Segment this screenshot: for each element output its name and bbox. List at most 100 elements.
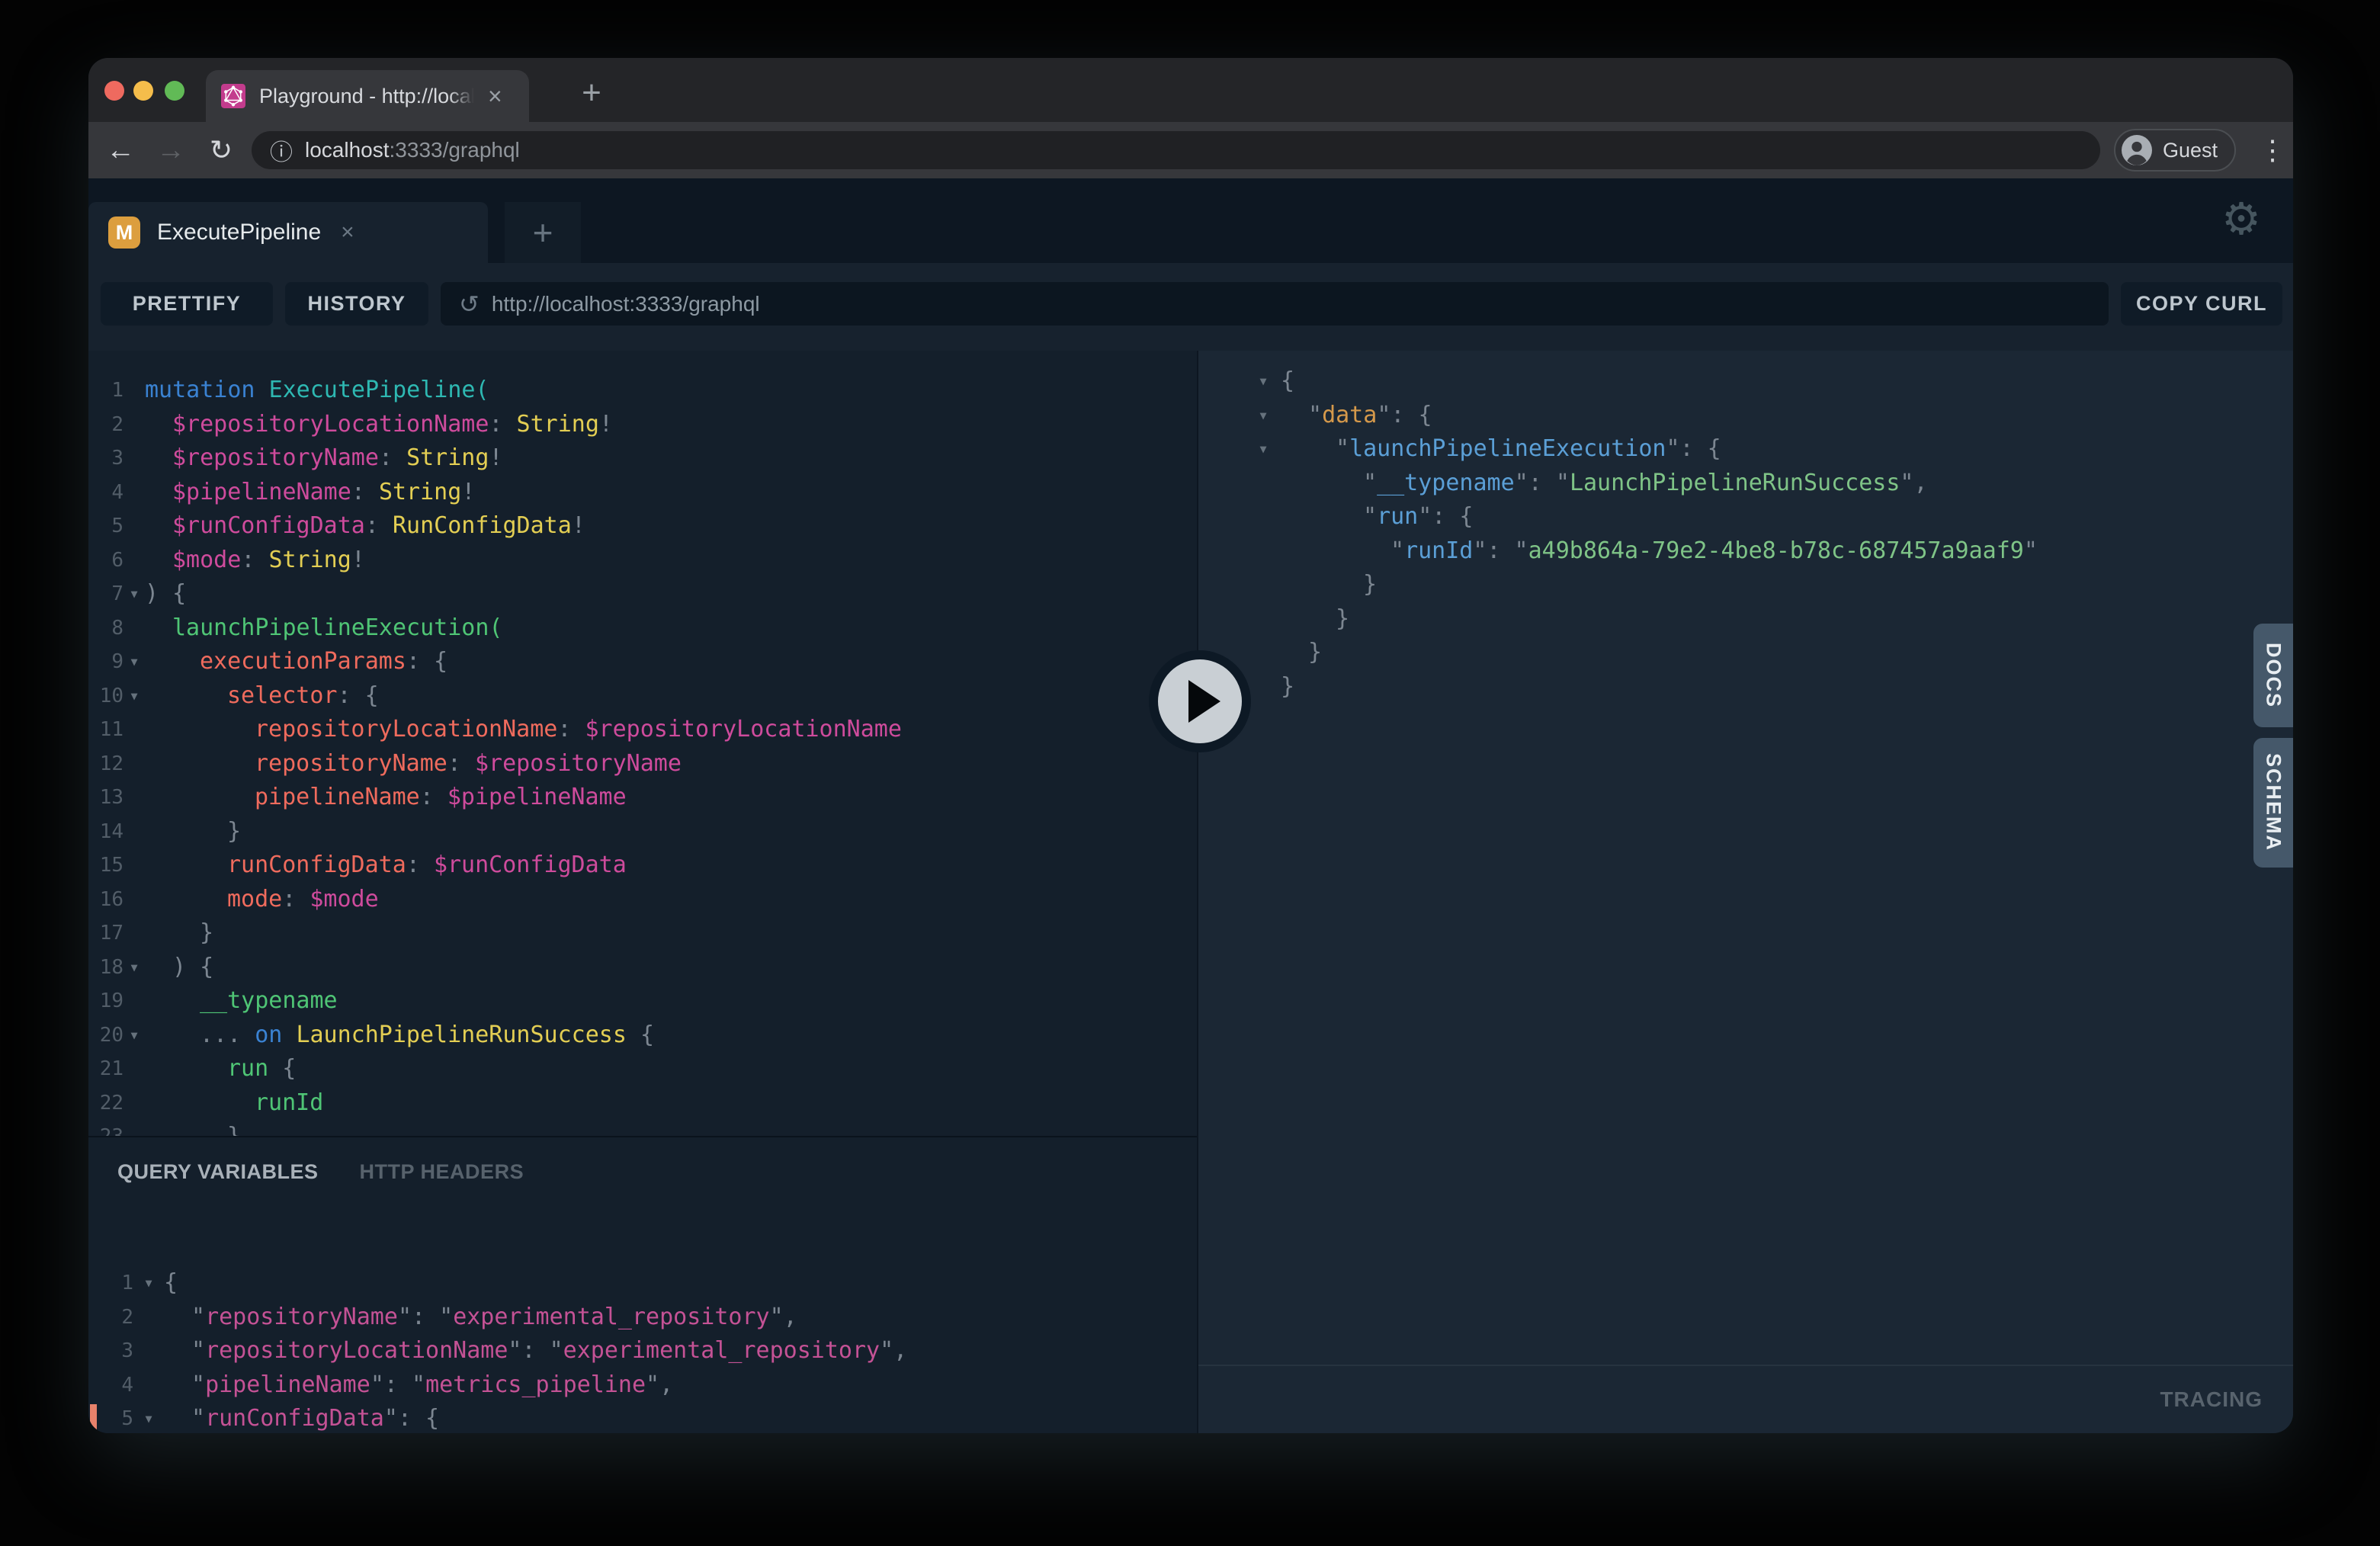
code-line: "runId": "a49b864a-79e2-4be8-b78c-687457… [1198, 534, 2293, 569]
code-line: 2"repositoryName": "experimental_reposit… [88, 1301, 1197, 1335]
docs-side-tab[interactable]: DOCS [2253, 624, 2293, 727]
code-line: 5▾"runConfigData": { [88, 1402, 1197, 1433]
fold-arrow-icon[interactable]: ▾ [123, 645, 145, 679]
profile-name: Guest [2163, 139, 2218, 162]
fold-gutter-spacer [123, 1052, 145, 1086]
execute-play-button[interactable] [1149, 650, 1251, 752]
code-text: "data": { [1281, 399, 1432, 433]
play-icon [1188, 680, 1220, 723]
code-text: run { [145, 1052, 296, 1086]
avatar-icon [2122, 135, 2152, 165]
browser-new-tab-button[interactable]: + [567, 69, 616, 117]
code-text: ) { [145, 577, 186, 611]
traffic-light-zoom-button[interactable] [165, 81, 184, 101]
browser-window: Playground - http://localhost:3 × + ← → … [88, 58, 2293, 1433]
browser-tab-close-icon[interactable]: × [488, 84, 502, 108]
fold-arrow-icon[interactable]: ▾ [1246, 364, 1281, 399]
code-line: } [1198, 602, 2293, 637]
url-path: :3333/graphql [390, 138, 520, 162]
code-line: } [1198, 636, 2293, 670]
code-line: ▾"data": { [1198, 399, 2293, 433]
variables-editor[interactable]: 1▾{2"repositoryName": "experimental_repo… [88, 1266, 1197, 1433]
line-number [1198, 568, 1246, 602]
code-text: "runId": "a49b864a-79e2-4be8-b78c-687457… [1281, 534, 2038, 569]
endpoint-field[interactable]: ↺ http://localhost:3333/graphql [441, 282, 2109, 326]
line-number: 19 [88, 984, 123, 1018]
code-text: "__typename": "LaunchPipelineRunSuccess"… [1281, 467, 1928, 501]
playground-toolbar: PRETTIFY HISTORY ↺ http://localhost:3333… [88, 263, 2293, 351]
tracing-toggle[interactable]: TRACING [1198, 1365, 2293, 1433]
code-line: 18▾) { [88, 951, 1197, 985]
fold-gutter-spacer [123, 476, 145, 510]
line-number: 11 [88, 713, 123, 747]
address-bar[interactable]: ⓘ localhost:3333/graphql [252, 131, 2100, 169]
history-button[interactable]: HISTORY [285, 282, 428, 326]
fold-arrow-icon[interactable]: ▾ [133, 1402, 164, 1433]
traffic-light-minimize-button[interactable] [133, 81, 153, 101]
code-line: 8launchPipelineExecution( [88, 611, 1197, 646]
fold-arrow-icon[interactable]: ▾ [1246, 399, 1281, 433]
code-text: runConfigData: $runConfigData [145, 848, 627, 883]
traffic-light-close-button[interactable] [104, 81, 124, 101]
lint-marker [90, 1404, 97, 1433]
site-info-icon[interactable]: ⓘ [270, 133, 293, 167]
code-line: 11repositoryLocationName: $repositoryLoc… [88, 713, 1197, 747]
browser-menu-icon[interactable]: ⋮ [2255, 122, 2290, 178]
settings-gear-icon[interactable]: ⚙ [2221, 189, 2261, 250]
fold-arrow-icon[interactable]: ▾ [1246, 432, 1281, 467]
http-headers-tab[interactable]: HTTP HEADERS [360, 1160, 524, 1184]
fold-gutter-spacer [1246, 568, 1281, 602]
fold-gutter-spacer [123, 509, 145, 544]
code-text: $pipelineName: String! [145, 476, 475, 510]
prettify-button[interactable]: PRETTIFY [101, 282, 273, 326]
fold-arrow-icon[interactable]: ▾ [133, 1266, 164, 1301]
line-number: 18 [88, 951, 123, 985]
line-number: 7 [88, 577, 123, 611]
schema-side-tab[interactable]: SCHEMA [2253, 738, 2293, 868]
code-line: 22runId [88, 1086, 1197, 1121]
code-line: 3"repositoryLocationName": "experimental… [88, 1334, 1197, 1368]
line-number: 10 [88, 679, 123, 714]
fold-arrow-icon[interactable]: ▾ [123, 679, 145, 714]
playground-tab-executepipeline[interactable]: M ExecutePipeline × [88, 202, 488, 263]
fold-arrow-icon[interactable]: ▾ [123, 577, 145, 611]
playground-new-tab-button[interactable]: + [505, 202, 581, 263]
code-text: $mode: String! [145, 544, 365, 578]
fold-gutter-spacer [123, 544, 145, 578]
fold-gutter-spacer [123, 883, 145, 917]
fold-gutter-spacer [1246, 636, 1281, 670]
code-line: "__typename": "LaunchPipelineRunSuccess"… [1198, 467, 2293, 501]
code-text: { [164, 1266, 178, 1301]
query-editor[interactable]: 1mutation ExecutePipeline(2$repositoryLo… [88, 351, 1197, 1136]
code-text: ... on LaunchPipelineRunSuccess { [145, 1018, 654, 1053]
line-number [1198, 500, 1246, 534]
line-number: 16 [88, 883, 123, 917]
code-text: selector: { [145, 679, 379, 714]
code-text: repositoryName: $repositoryName [145, 747, 682, 781]
code-line: 1▾{ [88, 1266, 1197, 1301]
line-number: 23 [88, 1120, 123, 1136]
line-number: 22 [88, 1086, 123, 1121]
playground-tab-close-icon[interactable]: × [341, 220, 354, 245]
back-icon[interactable]: ← [99, 122, 142, 178]
forward-icon[interactable]: → [149, 122, 192, 178]
line-number: 21 [88, 1052, 123, 1086]
code-text: } [1281, 636, 1322, 670]
code-text: $repositoryName: String! [145, 441, 503, 476]
fold-gutter-spacer [1246, 534, 1281, 569]
query-variables-tab[interactable]: QUERY VARIABLES [117, 1160, 319, 1184]
browser-tab[interactable]: Playground - http://localhost:3 × [206, 70, 529, 122]
copy-curl-button[interactable]: COPY CURL [2121, 282, 2282, 326]
code-line: 19__typename [88, 984, 1197, 1018]
fold-arrow-icon[interactable]: ▾ [123, 951, 145, 985]
line-number: 2 [88, 408, 123, 442]
line-number: 1 [88, 374, 123, 408]
fold-gutter-spacer [1246, 500, 1281, 534]
code-text: mode: $mode [145, 883, 379, 917]
url-text: localhost:3333/graphql [305, 138, 520, 162]
code-line: ▾{ [1198, 364, 2293, 399]
fold-arrow-icon[interactable]: ▾ [123, 1018, 145, 1053]
line-number: 5 [88, 509, 123, 544]
reload-icon[interactable]: ↻ [200, 122, 242, 178]
profile-chip[interactable]: Guest [2114, 129, 2236, 172]
